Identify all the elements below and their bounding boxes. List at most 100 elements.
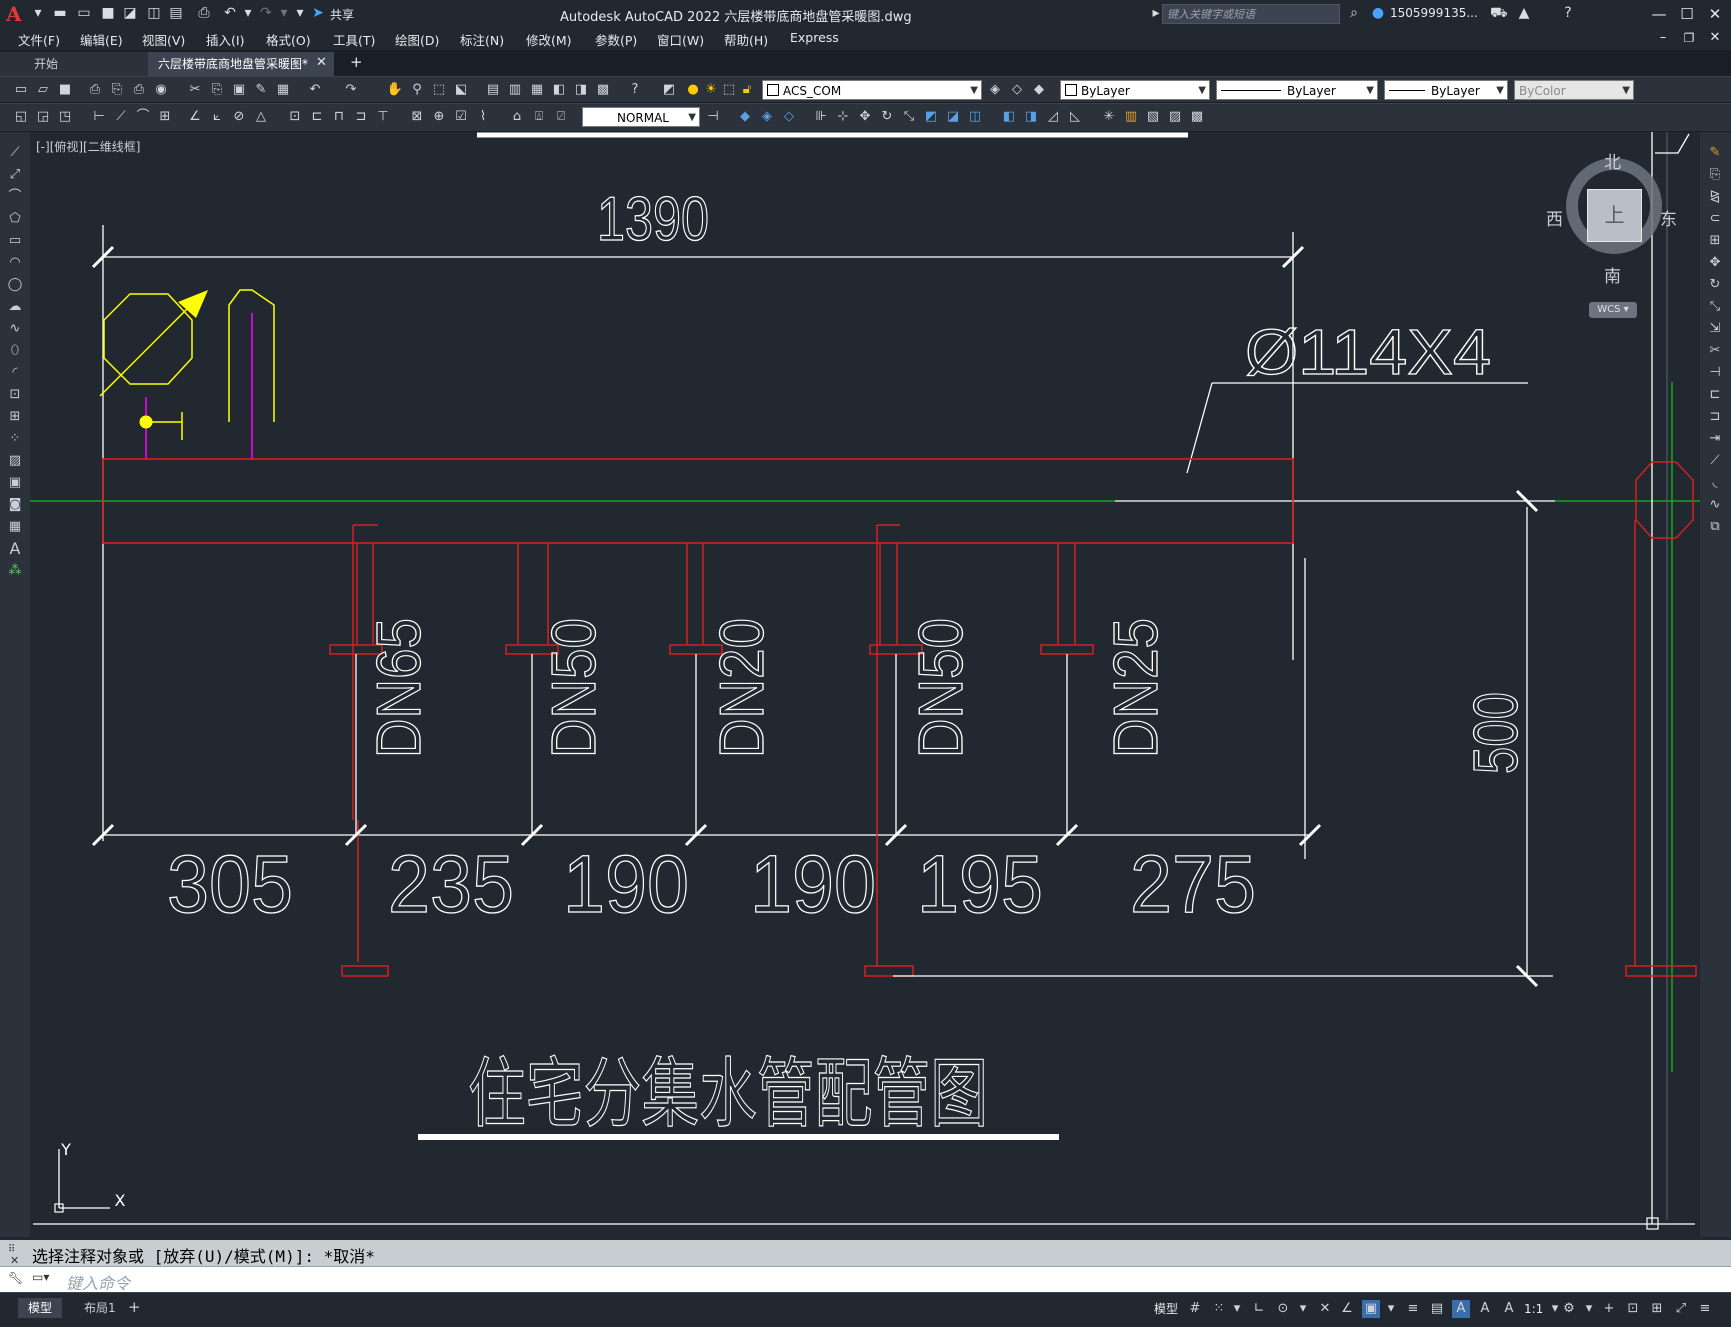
- linear-dim-icon[interactable]: ⊢: [90, 108, 108, 126]
- calculator-icon[interactable]: ▩: [594, 81, 612, 99]
- share-icon[interactable]: ➤: [310, 5, 326, 21]
- pan-icon[interactable]: ✋: [386, 81, 404, 99]
- add-selected-icon[interactable]: ⁂: [5, 562, 25, 580]
- cart-icon[interactable]: ⛟: [1490, 5, 1508, 21]
- clean-screen-icon[interactable]: ⤢: [1672, 1300, 1690, 1318]
- region-icon[interactable]: ◙: [5, 496, 25, 514]
- redo-icon[interactable]: ↷: [258, 5, 274, 21]
- polygon-icon[interactable]: ⬠: [5, 210, 25, 228]
- viewcube-east[interactable]: 东: [1660, 205, 1677, 230]
- explode-icon[interactable]: ✳: [1100, 108, 1118, 126]
- tab-close-icon[interactable]: ✕: [316, 55, 327, 70]
- recent-commands-icon[interactable]: ▭▾: [32, 1270, 49, 1284]
- quick-dim-icon[interactable]: ◱: [12, 108, 30, 126]
- properties-icon[interactable]: ▤: [484, 81, 502, 99]
- plotstyle-dropdown[interactable]: ByColor ▼: [1514, 80, 1634, 100]
- layer-lock-icon[interactable]: 🔓︎: [738, 81, 756, 99]
- transparency-icon[interactable]: ▤: [1428, 1300, 1446, 1318]
- app-menu-chevron-icon[interactable]: ▾: [30, 5, 46, 21]
- copy-icon[interactable]: ⎘: [208, 81, 226, 99]
- jogged-linear-icon[interactable]: ⌇: [474, 108, 492, 126]
- osnap-icon[interactable]: ▣: [1362, 1300, 1380, 1318]
- mirror-icon[interactable]: ◇: [780, 108, 798, 126]
- save-icon[interactable]: ■: [100, 5, 116, 21]
- dimstyle-dropdown[interactable]: NORMAL ▼: [582, 107, 700, 127]
- model-space-button[interactable]: 模型: [1154, 1300, 1178, 1317]
- viewcube-south[interactable]: 南: [1604, 262, 1621, 287]
- close-button[interactable]: ✕: [1704, 4, 1726, 24]
- explode-icon[interactable]: ⧉: [1705, 518, 1725, 536]
- drawing-canvas[interactable]: 1390 Ø114X4 DN65 DN50 DN20 DN50 DN25 305 235 1…: [30, 132, 1700, 1237]
- stretch-icon[interactable]: ◩: [922, 108, 940, 126]
- extend-icon[interactable]: ⊣: [1705, 364, 1725, 382]
- break-icon[interactable]: ⊐: [1705, 408, 1725, 426]
- viewcube-west[interactable]: 西: [1546, 205, 1563, 230]
- lineweight-dropdown[interactable]: ByLayer ▼: [1384, 80, 1508, 100]
- sheetset-icon[interactable]: ◧: [550, 81, 568, 99]
- menu-parametric[interactable]: 参数(P): [595, 30, 637, 49]
- share-button[interactable]: 共享: [330, 6, 354, 23]
- edit-spline-icon[interactable]: ▧: [1144, 108, 1162, 126]
- gradient-icon[interactable]: ▣: [5, 474, 25, 492]
- jogged-dim-icon[interactable]: ⟀: [208, 108, 226, 126]
- hatch-icon[interactable]: ▨: [5, 452, 25, 470]
- isolate-objects-icon[interactable]: ⊞: [1648, 1300, 1666, 1318]
- stretch-icon[interactable]: ⇲: [1705, 320, 1725, 338]
- new-icon[interactable]: ▬: [52, 5, 68, 21]
- search-input[interactable]: 键入关键字或短语: [1162, 4, 1340, 24]
- offset-icon[interactable]: ⊂: [1705, 210, 1725, 228]
- layer-dropdown[interactable]: ACS_COM ▼: [762, 80, 982, 100]
- erase-icon[interactable]: ◆: [736, 108, 754, 126]
- command-line[interactable]: 🔧︎ ▭▾ 键入命令: [0, 1266, 1731, 1293]
- move-icon[interactable]: ✥: [1705, 254, 1725, 272]
- customize-quick-access-icon[interactable]: ▾: [292, 5, 308, 21]
- revision-cloud-icon[interactable]: ☁: [5, 298, 25, 316]
- undo-icon[interactable]: ↶: [306, 81, 324, 99]
- units-icon[interactable]: ⊡: [1624, 1300, 1642, 1318]
- linetype-dropdown[interactable]: ByLayer ▼: [1216, 80, 1378, 100]
- cut-icon[interactable]: ✂: [186, 81, 204, 99]
- undo-dropdown-icon[interactable]: ▾: [240, 5, 256, 21]
- circle-icon[interactable]: ◯: [5, 276, 25, 294]
- redo-dropdown-icon[interactable]: ▾: [276, 5, 292, 21]
- copy-icon[interactable]: ⎘: [1705, 166, 1725, 184]
- mtext-icon[interactable]: A: [5, 540, 25, 558]
- tab-model[interactable]: 模型: [18, 1298, 63, 1318]
- tab-layout1[interactable]: 布局1: [74, 1298, 126, 1318]
- maximize-button[interactable]: ☐: [1676, 4, 1698, 24]
- fillet-icon[interactable]: ◟: [1705, 474, 1725, 492]
- table-icon[interactable]: ▦: [5, 518, 25, 536]
- doc-minimize-button[interactable]: –: [1652, 28, 1674, 48]
- autodesk-app-icon[interactable]: ▲: [1516, 5, 1532, 21]
- workspace-dropdown-icon[interactable]: ▾: [1580, 1300, 1598, 1318]
- angular-dim-icon[interactable]: △: [252, 108, 270, 126]
- snap-dropdown-icon[interactable]: ▾: [1228, 1300, 1246, 1318]
- layer-viewport-icon[interactable]: ⬚: [720, 81, 738, 99]
- help-icon[interactable]: ?: [626, 81, 644, 99]
- arc-icon[interactable]: ◠: [5, 254, 25, 272]
- edit-array-icon[interactable]: ▩: [1188, 108, 1206, 126]
- menu-tools[interactable]: 工具(T): [333, 30, 375, 49]
- plot-icon[interactable]: ⎙: [86, 81, 104, 99]
- open-web-icon[interactable]: ◫: [146, 5, 162, 21]
- 3dprint-icon[interactable]: ◉: [152, 81, 170, 99]
- doc-close-button[interactable]: ✕: [1704, 28, 1726, 48]
- matchprop-icon[interactable]: ✎: [252, 81, 270, 99]
- annotation-autoscale-icon[interactable]: A: [1476, 1300, 1494, 1318]
- open-icon[interactable]: ▱: [34, 81, 52, 99]
- tab-drawing[interactable]: 六层楼带底商地盘管采暖图*: [148, 52, 334, 76]
- color-dropdown[interactable]: ByLayer ▼: [1060, 80, 1210, 100]
- baseline-dim-icon[interactable]: ⊏: [308, 108, 326, 126]
- join-icon[interactable]: ◨: [1022, 108, 1040, 126]
- trim-icon[interactable]: ✂: [1705, 342, 1725, 360]
- scale-icon[interactable]: ⤡: [900, 108, 918, 126]
- save-as-icon[interactable]: ◪: [122, 5, 138, 21]
- array-icon[interactable]: ⊹: [834, 108, 852, 126]
- design-center-icon[interactable]: ▥: [506, 81, 524, 99]
- make-current-icon[interactable]: ◈: [986, 81, 1004, 99]
- tolerance-icon[interactable]: ⊠: [408, 108, 426, 126]
- annotation-visibility-icon[interactable]: A: [1452, 1300, 1470, 1318]
- center-mark-icon[interactable]: ⊕: [430, 108, 448, 126]
- layer-freeze-icon[interactable]: ☀: [702, 81, 720, 99]
- radius-dim-icon[interactable]: ∠: [186, 108, 204, 126]
